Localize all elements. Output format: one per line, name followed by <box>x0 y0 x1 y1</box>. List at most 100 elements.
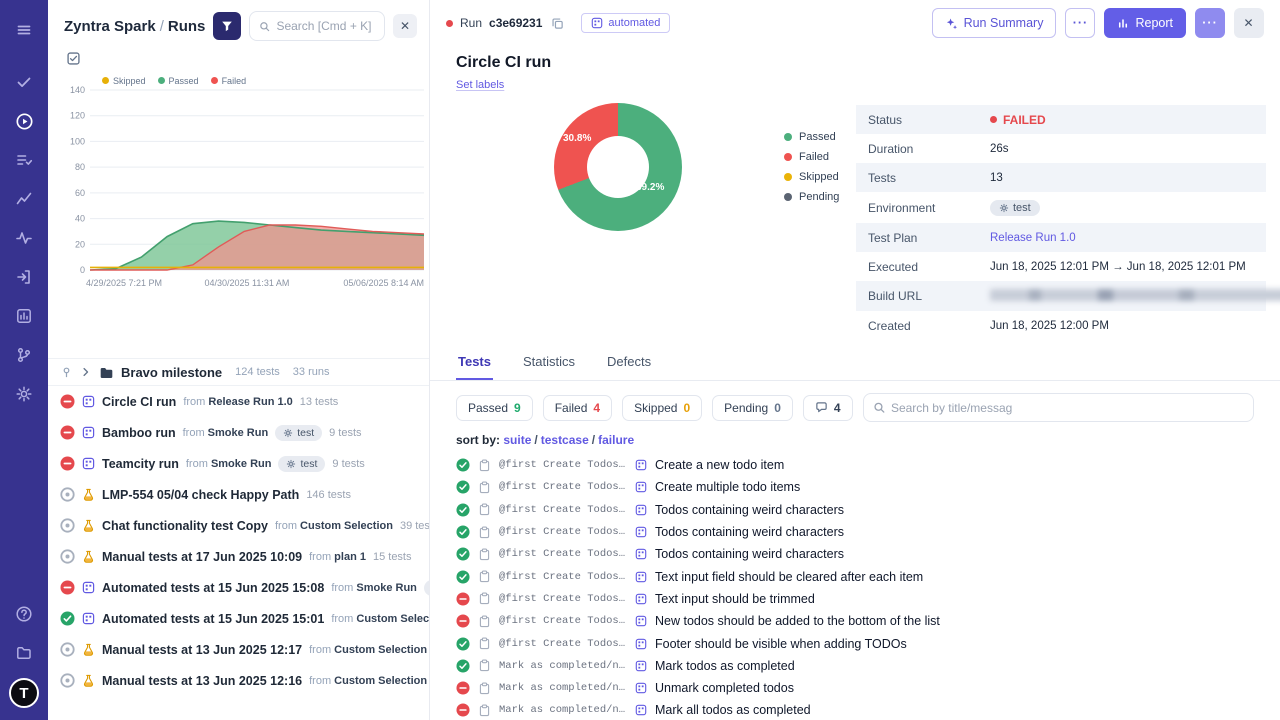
test-title[interactable]: Mark all todos as completed <box>655 703 811 717</box>
run-list-item[interactable]: Manual tests at 13 Jun 2025 12:17 from C… <box>48 634 429 665</box>
clipboard-icon[interactable] <box>478 548 491 561</box>
tab-statistics[interactable]: Statistics <box>521 354 577 380</box>
clipboard-icon[interactable] <box>478 592 491 605</box>
test-suite[interactable]: @first Create Todos… <box>499 638 627 650</box>
run-list-item[interactable]: Automated tests at 15 Jun 2025 15:08 fro… <box>48 572 429 603</box>
test-row[interactable]: Mark as completed/n… Mark todos as compl… <box>456 655 1254 677</box>
tests-search-input[interactable] <box>891 401 1244 415</box>
panel-close-button[interactable]: ✕ <box>393 14 417 38</box>
sort-by-suite[interactable]: suite <box>503 433 531 447</box>
menu-icon[interactable] <box>7 13 41 47</box>
test-suite[interactable]: @first Create Todos… <box>499 615 627 627</box>
checks-icon[interactable] <box>7 65 41 99</box>
clipboard-icon[interactable] <box>478 704 491 717</box>
test-suite[interactable]: @first Create Todos… <box>499 459 627 471</box>
run-list-item[interactable]: LMP-554 05/04 check Happy Path from 146 … <box>48 479 429 510</box>
test-suite[interactable]: Mark as completed/n… <box>499 704 627 716</box>
filter-comments[interactable]: 4 <box>803 395 853 421</box>
close-run-button[interactable]: ✕ <box>1234 8 1264 38</box>
test-title[interactable]: Create multiple todo items <box>655 480 800 494</box>
test-suite[interactable]: @first Create Todos… <box>499 504 627 516</box>
filter-skipped[interactable]: Skipped0 <box>622 395 702 421</box>
clipboard-icon[interactable] <box>478 682 491 695</box>
breadcrumb-project[interactable]: Zyntra Spark <box>64 18 156 35</box>
copy-run-id-button[interactable] <box>549 15 566 32</box>
sort-by-failure[interactable]: failure <box>598 433 634 447</box>
clipboard-icon[interactable] <box>478 637 491 650</box>
test-row[interactable]: @first Create Todos… Text input should b… <box>456 588 1254 610</box>
run-list-item[interactable]: Automated tests at 15 Jun 2025 15:01 fro… <box>48 603 429 634</box>
set-labels-link[interactable]: Set labels <box>456 79 504 91</box>
test-row[interactable]: @first Create Todos… Footer should be vi… <box>456 632 1254 654</box>
tasks-icon[interactable] <box>7 143 41 177</box>
test-row[interactable]: @first Create Todos… Text input field sh… <box>456 565 1254 587</box>
test-title[interactable]: New todos should be added to the bottom … <box>655 614 940 628</box>
test-row[interactable]: Mark as completed/n… Mark all todos as c… <box>456 699 1254 720</box>
test-suite[interactable]: @first Create Todos… <box>499 548 627 560</box>
more-actions-button[interactable]: ··· <box>1065 8 1095 38</box>
run-list-item[interactable]: Circle CI run from Release Run 1.0 13 te… <box>48 386 429 417</box>
import-icon[interactable] <box>7 260 41 294</box>
milestone-name[interactable]: Bravo milestone <box>121 365 222 380</box>
trend-icon[interactable] <box>7 182 41 216</box>
test-suite[interactable]: @first Create Todos… <box>499 593 627 605</box>
tests-search[interactable] <box>863 393 1254 422</box>
test-row[interactable]: @first Create Todos… New todos should be… <box>456 610 1254 632</box>
settings-icon[interactable] <box>7 377 41 411</box>
filter-failed[interactable]: Failed4 <box>543 395 612 421</box>
panel-search-input[interactable] <box>276 19 375 33</box>
filter-pending[interactable]: Pending0 <box>712 395 793 421</box>
activity-icon[interactable] <box>7 221 41 255</box>
filter-passed[interactable]: Passed9 <box>456 395 533 421</box>
run-list-item[interactable]: Manual tests at 17 Jun 2025 10:09 from p… <box>48 541 429 572</box>
help-icon[interactable] <box>7 597 41 631</box>
test-title[interactable]: Mark todos as completed <box>655 659 795 673</box>
test-plan-link[interactable]: Release Run 1.0 <box>990 232 1076 244</box>
clipboard-icon[interactable] <box>478 659 491 672</box>
test-row[interactable]: Mark as completed/n… Unmark completed to… <box>456 677 1254 699</box>
report-button[interactable]: Report <box>1104 8 1186 38</box>
test-title[interactable]: Create a new todo item <box>655 458 784 472</box>
panel-search[interactable] <box>249 11 385 41</box>
test-suite[interactable]: Mark as completed/n… <box>499 682 627 694</box>
test-title[interactable]: Todos containing weird characters <box>655 503 844 517</box>
test-row[interactable]: @first Create Todos… Todos containing we… <box>456 499 1254 521</box>
chevron-right-icon[interactable] <box>80 366 92 378</box>
test-title[interactable]: Text input should be trimmed <box>655 592 815 606</box>
projects-icon[interactable] <box>7 636 41 670</box>
test-title[interactable]: Footer should be visible when adding TOD… <box>655 637 907 651</box>
test-title[interactable]: Text input field should be cleared after… <box>655 570 923 584</box>
report-chart-icon[interactable] <box>7 299 41 333</box>
test-row[interactable]: @first Create Todos… Create multiple tod… <box>456 476 1254 498</box>
run-list-item[interactable]: Teamcity run from Smoke Run test 9 tests <box>48 448 429 479</box>
run-list-item[interactable]: Manual tests at 13 Jun 2025 12:16 from C… <box>48 665 429 696</box>
test-suite[interactable]: @first Create Todos… <box>499 571 627 583</box>
test-suite[interactable]: @first Create Todos… <box>499 526 627 538</box>
clipboard-icon[interactable] <box>478 526 491 539</box>
sort-by-testcase[interactable]: testcase <box>541 433 589 447</box>
tab-tests[interactable]: Tests <box>456 354 493 380</box>
clipboard-icon[interactable] <box>478 503 491 516</box>
runs-icon[interactable] <box>7 104 41 138</box>
test-title[interactable]: Unmark completed todos <box>655 681 794 695</box>
test-suite[interactable]: @first Create Todos… <box>499 481 627 493</box>
clipboard-icon[interactable] <box>478 615 491 628</box>
test-title[interactable]: Todos containing weird characters <box>655 547 844 561</box>
run-list-item[interactable]: Chat functionality test Copy from Custom… <box>48 510 429 541</box>
test-row[interactable]: @first Create Todos… Todos containing we… <box>456 521 1254 543</box>
filter-button[interactable] <box>213 12 241 40</box>
test-row[interactable]: @first Create Todos… Create a new todo i… <box>456 454 1254 476</box>
test-row[interactable]: @first Create Todos… Todos containing we… <box>456 543 1254 565</box>
run-list-item[interactable]: Bamboo run from Smoke Run test 9 tests <box>48 417 429 448</box>
milestone-row[interactable]: Bravo milestone 124 tests 33 runs <box>48 358 429 386</box>
branch-icon[interactable] <box>7 338 41 372</box>
test-suite[interactable]: Mark as completed/n… <box>499 660 627 672</box>
clipboard-icon[interactable] <box>478 481 491 494</box>
test-title[interactable]: Todos containing weird characters <box>655 525 844 539</box>
more-options-button[interactable]: ··· <box>1195 8 1225 38</box>
tab-defects[interactable]: Defects <box>605 354 653 380</box>
run-summary-button[interactable]: Run Summary <box>932 8 1057 38</box>
clipboard-icon[interactable] <box>478 570 491 583</box>
app-logo[interactable]: T <box>9 678 39 708</box>
clipboard-icon[interactable] <box>478 459 491 472</box>
